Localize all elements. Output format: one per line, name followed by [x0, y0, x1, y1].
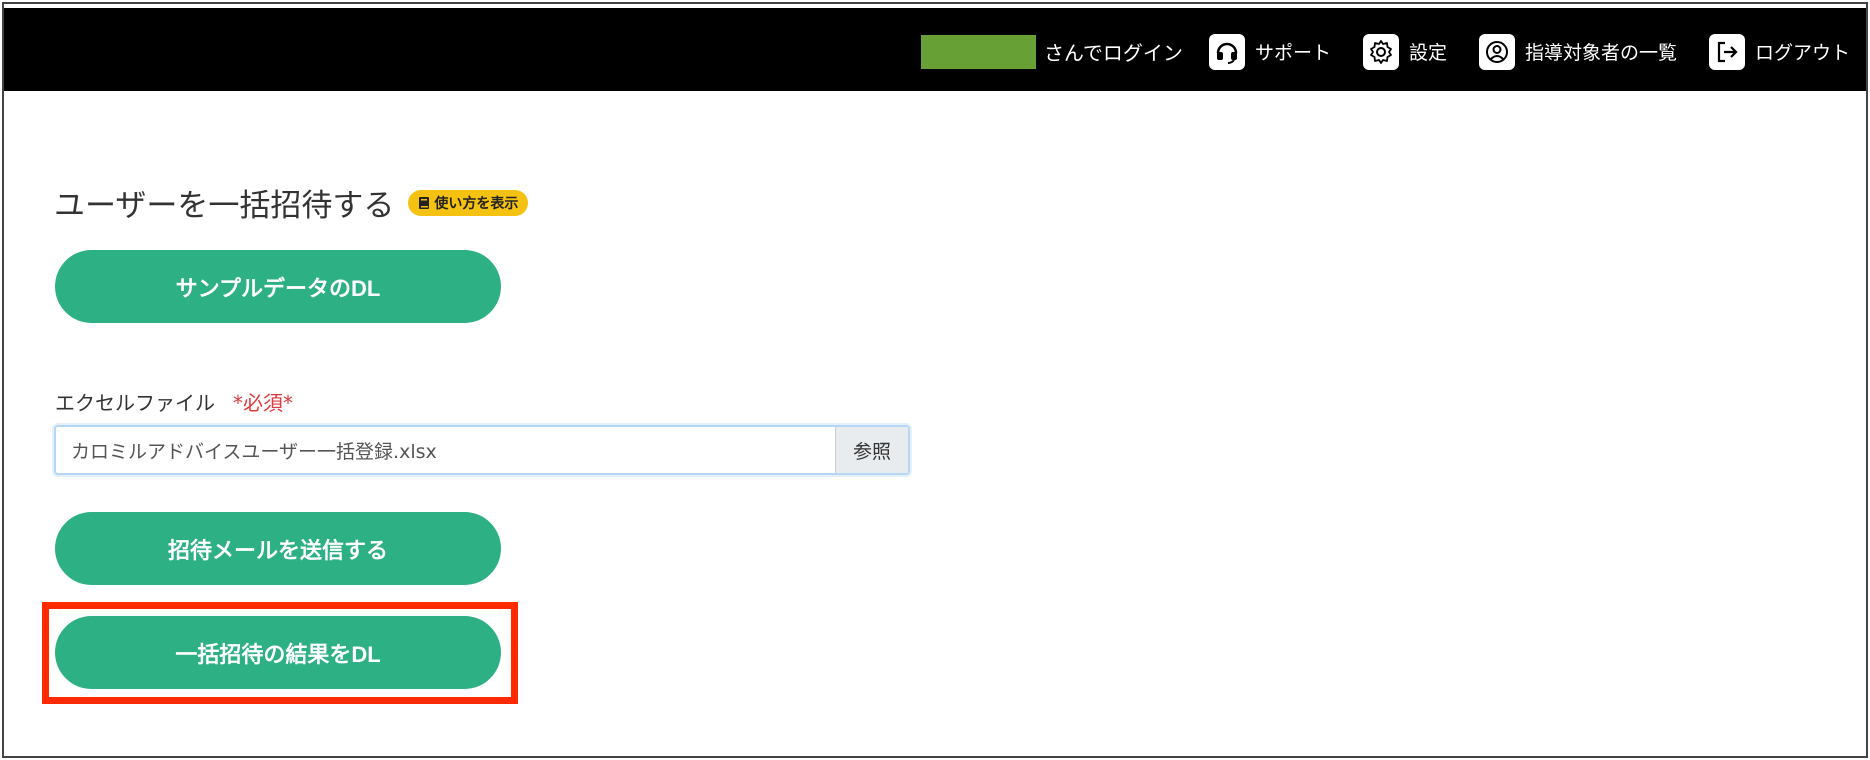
nav-settings[interactable]: 設定 — [1362, 33, 1447, 70]
required-mark: *必須* — [233, 391, 293, 415]
nav-support[interactable]: サポート — [1208, 33, 1331, 70]
browse-button[interactable]: 参照 — [835, 427, 908, 473]
nav-logout[interactable]: ログアウト — [1708, 33, 1850, 70]
send-invite-button[interactable]: 招待メールを送信する — [55, 512, 501, 585]
help-badge-button[interactable]: 使い方を表示 — [408, 189, 529, 216]
page-header: ユーザーを一括招待する 使い方を表示 — [54, 180, 529, 225]
nav-settings-label: 設定 — [1408, 42, 1447, 64]
nav-bar: さんでログイン サポート 設定 指導対象者の一覧 ログアウト — [920, 8, 1866, 95]
file-input[interactable]: カロミルアドバイスユーザー一括登録.xlsx 参照 — [54, 425, 910, 475]
app-frame: さんでログイン サポート 設定 指導対象者の一覧 ログアウト ユーザーを一括招待… — [2, 2, 1868, 758]
file-field-label: エクセルファイル *必須* — [55, 387, 293, 416]
nav-logout-label: ログアウト — [1754, 42, 1850, 64]
top-navbar: さんでログイン サポート 設定 指導対象者の一覧 ログアウト — [4, 4, 1866, 91]
book-icon — [419, 196, 430, 209]
nav-client-list-label: 指導対象者の一覧 — [1524, 42, 1677, 64]
page-title: ユーザーを一括招待する — [54, 188, 395, 224]
help-badge-label: 使い方を表示 — [434, 195, 519, 212]
login-status-text: さんでログイン — [1043, 41, 1183, 65]
nav-support-label: サポート — [1254, 42, 1331, 64]
download-sample-button[interactable]: サンプルデータのDL — [55, 250, 501, 323]
file-name-value: カロミルアドバイスユーザー一括登録.xlsx — [71, 440, 437, 463]
gear-icon — [1362, 33, 1399, 70]
highlight-box — [42, 602, 518, 704]
user-name-redacted — [920, 34, 1036, 69]
nav-client-list[interactable]: 指導対象者の一覧 — [1478, 33, 1677, 70]
logout-icon — [1708, 33, 1745, 70]
headset-icon — [1208, 33, 1245, 70]
user-circle-icon — [1478, 33, 1515, 70]
file-label-text: エクセルファイル — [55, 391, 215, 415]
